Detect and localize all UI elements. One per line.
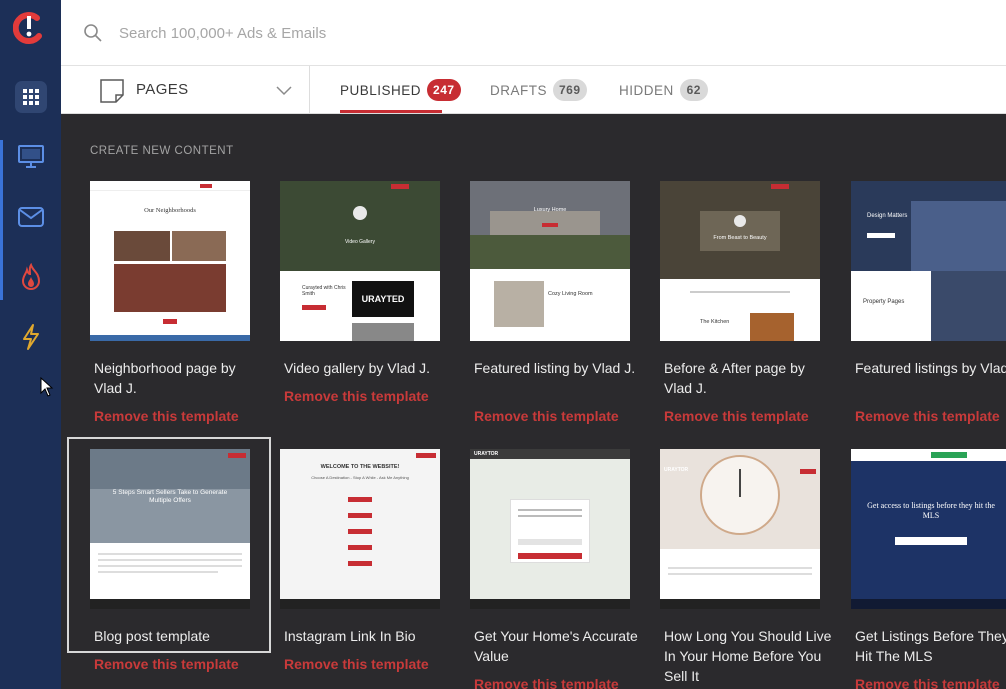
template-title: Get Listings Before They Hit The MLS bbox=[855, 628, 1006, 664]
remove-template-link[interactable]: Remove this template bbox=[94, 408, 239, 424]
search-input[interactable] bbox=[119, 19, 719, 47]
template-title: Instagram Link In Bio bbox=[284, 628, 416, 644]
thumb-subheading: Property Pages bbox=[863, 299, 905, 305]
logo-icon[interactable] bbox=[12, 10, 45, 46]
template-title: Neighborhood page by Vlad J. bbox=[94, 360, 236, 396]
template-thumbnail[interactable]: 5 Steps Smart Sellers Take to Generate M… bbox=[90, 449, 250, 609]
template-card[interactable]: Our Neighborhoods Neighborhood page by V… bbox=[90, 181, 250, 431]
template-thumbnail[interactable]: Get access to listings before they hit t… bbox=[851, 449, 1006, 609]
template-title: How Long You Should Live In Your Home Be… bbox=[664, 628, 832, 684]
thumb-subheading: The Kitchen bbox=[700, 319, 730, 325]
template-thumbnail[interactable]: URAYTOR bbox=[660, 449, 820, 609]
active-tab-indicator bbox=[340, 110, 442, 113]
thumb-subheading: Choose A Destination - Stop A While - As… bbox=[311, 475, 409, 480]
template-thumbnail[interactable]: URAYTOR bbox=[470, 449, 630, 609]
thumb-logo: URAYTED bbox=[352, 281, 414, 317]
tab-drafts[interactable]: DRAFTS 769 bbox=[490, 66, 587, 114]
remove-template-link[interactable]: Remove this template bbox=[284, 388, 429, 404]
thumb-heading: Our Neighborhoods bbox=[144, 207, 196, 214]
template-card[interactable]: Luxury Home Cozy Living Room Featured li… bbox=[470, 181, 635, 431]
template-card[interactable]: 5 Steps Smart Sellers Take to Generate M… bbox=[90, 449, 250, 679]
remove-template-link[interactable]: Remove this template bbox=[284, 656, 429, 672]
thumb-heading: Luxury Home bbox=[533, 207, 567, 213]
thumb-heading: Get access to listings before they hit t… bbox=[867, 501, 995, 520]
sidebar-item-pages[interactable] bbox=[0, 132, 61, 182]
remove-template-link[interactable]: Remove this template bbox=[474, 408, 619, 424]
mouse-cursor-icon bbox=[40, 376, 54, 402]
template-thumbnail[interactable]: WELCOME TO THE WEBSITE! Choose A Destina… bbox=[280, 449, 440, 609]
template-card[interactable]: From Beast to Beauty The Kitchen Before … bbox=[660, 181, 820, 431]
template-card[interactable]: Design Matters Property Pages Featured l… bbox=[851, 181, 1006, 431]
template-thumbnail[interactable]: Luxury Home Cozy Living Room bbox=[470, 181, 630, 341]
remove-template-link[interactable]: Remove this template bbox=[474, 676, 619, 689]
search-bar bbox=[61, 0, 1006, 66]
tab-drafts-label: DRAFTS bbox=[490, 82, 547, 98]
template-title: Get Your Home's Accurate Value bbox=[474, 628, 638, 664]
pages-dropdown-label: PAGES bbox=[136, 81, 189, 98]
remove-template-link[interactable]: Remove this template bbox=[94, 656, 239, 672]
thumb-logo: URAYTOR bbox=[474, 451, 499, 457]
remove-template-link[interactable]: Remove this template bbox=[855, 408, 1000, 424]
template-thumbnail[interactable]: From Beast to Beauty The Kitchen bbox=[660, 181, 820, 341]
fire-icon bbox=[21, 263, 40, 290]
tab-hidden-count: 62 bbox=[679, 79, 708, 101]
thumb-heading: WELCOME TO THE WEBSITE! bbox=[320, 464, 400, 470]
remove-template-link[interactable]: Remove this template bbox=[664, 408, 809, 424]
mail-icon bbox=[17, 207, 44, 227]
template-title: Before & After page by Vlad J. bbox=[664, 360, 805, 396]
sidebar bbox=[0, 0, 61, 689]
section-title: CREATE NEW CONTENT bbox=[90, 145, 234, 157]
template-card[interactable]: Get access to listings before they hit t… bbox=[851, 449, 1006, 689]
template-thumbnail[interactable]: Design Matters Property Pages bbox=[851, 181, 1006, 341]
content-tabs-bar: PAGES PUBLISHED 247 DRAFTS 769 HIDDEN 62 bbox=[61, 66, 1006, 114]
tab-drafts-count: 769 bbox=[553, 79, 587, 101]
thumb-logo: URAYTOR bbox=[664, 467, 689, 473]
template-thumbnail[interactable]: Our Neighborhoods bbox=[90, 181, 250, 341]
sidebar-item-trending[interactable] bbox=[0, 252, 61, 302]
thumb-heading: From Beast to Beauty bbox=[713, 235, 767, 241]
sidebar-item-apps[interactable] bbox=[0, 72, 61, 122]
sidebar-item-quick[interactable] bbox=[0, 312, 61, 362]
thumb-heading: Design Matters bbox=[867, 213, 908, 219]
remove-template-link[interactable]: Remove this template bbox=[855, 676, 1000, 689]
thumb-heading: Video Gallery bbox=[345, 239, 375, 245]
template-card[interactable]: URAYTOR Get Your Home's Accurate Value R… bbox=[470, 449, 638, 689]
thumb-subheading: Curayted with Chris Smith bbox=[302, 285, 346, 297]
bolt-icon bbox=[22, 324, 39, 350]
template-card[interactable]: WELCOME TO THE WEBSITE! Choose A Destina… bbox=[280, 449, 440, 679]
chevron-down-icon bbox=[276, 83, 292, 101]
template-title: Featured listing by Vlad J. bbox=[474, 360, 636, 376]
template-title: Featured listings by Vlad J. bbox=[855, 360, 1006, 376]
monitor-icon bbox=[17, 145, 44, 168]
sidebar-item-emails[interactable] bbox=[0, 192, 61, 242]
template-title: Blog post template bbox=[94, 628, 210, 644]
pages-dropdown[interactable]: PAGES bbox=[61, 66, 310, 114]
template-title: Video gallery by Vlad J. bbox=[284, 360, 431, 376]
thumb-heading: 5 Steps Smart Sellers Take to Generate M… bbox=[112, 489, 228, 504]
search-icon[interactable] bbox=[83, 23, 103, 48]
template-card[interactable]: Video Gallery Curayted with Chris Smith … bbox=[280, 181, 440, 411]
tab-hidden[interactable]: HIDDEN 62 bbox=[619, 66, 708, 114]
tab-published-label: PUBLISHED bbox=[340, 82, 422, 98]
tab-published-count: 247 bbox=[427, 79, 461, 101]
tab-hidden-label: HIDDEN bbox=[619, 82, 674, 98]
page-icon bbox=[99, 78, 125, 109]
tab-published[interactable]: PUBLISHED 247 bbox=[340, 66, 461, 114]
thumb-subheading: Cozy Living Room bbox=[548, 291, 593, 297]
apps-grid-icon bbox=[14, 81, 47, 113]
template-card[interactable]: URAYTOR How Long You Should Live In Your… bbox=[660, 449, 831, 689]
template-thumbnail[interactable]: Video Gallery Curayted with Chris Smith … bbox=[280, 181, 440, 341]
